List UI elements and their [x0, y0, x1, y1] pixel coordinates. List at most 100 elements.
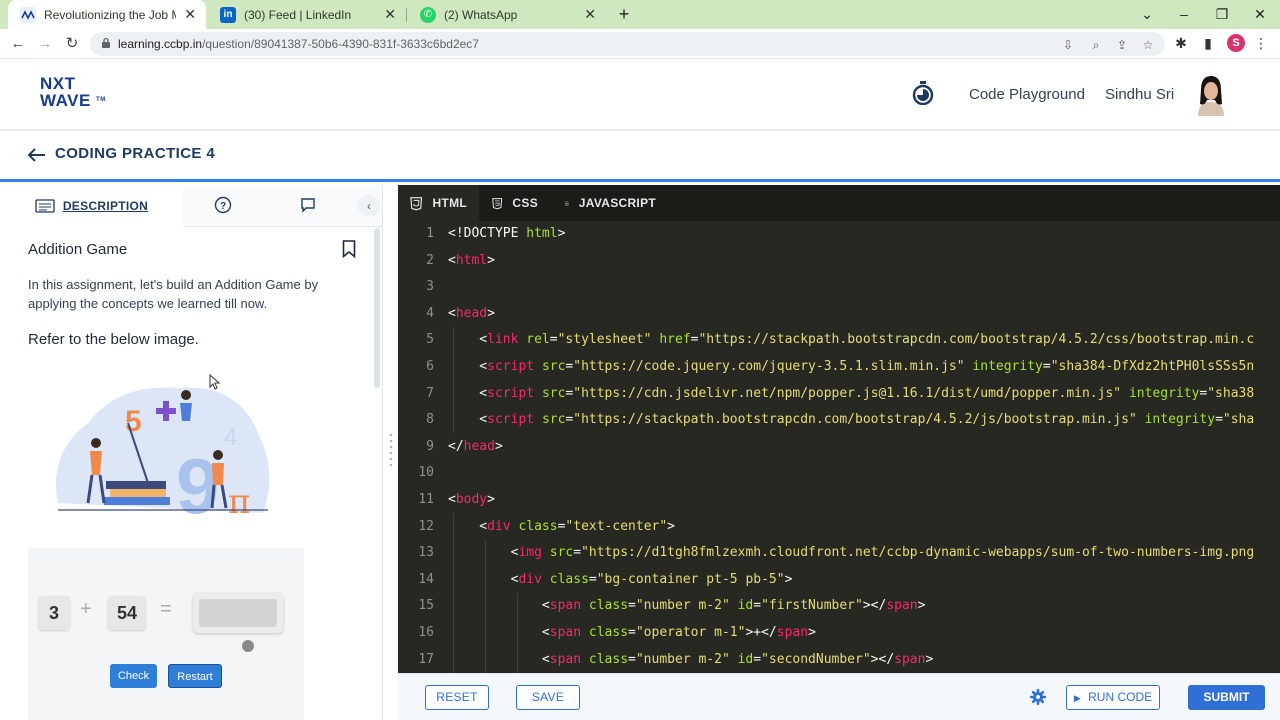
- description-content[interactable]: Addition Game In this assignment, let's …: [0, 228, 382, 720]
- line-number: 4: [426, 305, 434, 321]
- editor-tabs: HTML CSS JS JAVASCRIPT: [398, 185, 1280, 221]
- stopwatch-icon[interactable]: [912, 81, 934, 105]
- code-token: "sha38: [1207, 385, 1255, 401]
- line-number: 15: [418, 598, 434, 614]
- address-bar[interactable]: learning.ccbp.in/question/89041387-50b6-…: [90, 32, 1165, 56]
- tab-description[interactable]: DESCRIPTION: [0, 185, 183, 227]
- practice-title: CODING PRACTICE 4: [55, 145, 216, 162]
- code-text: <div class="text-center">: [448, 514, 675, 541]
- extensions-icon[interactable]: ✱: [1172, 34, 1190, 52]
- code-line[interactable]: 14 <div class="bg-container pt-5 pb-5">: [398, 567, 1280, 594]
- comment-icon[interactable]: [299, 196, 317, 214]
- browser-tab-linkedin[interactable]: in (30) Feed | LinkedIn ✕: [208, 0, 406, 29]
- back-icon[interactable]: ←: [8, 34, 28, 54]
- tab-search-icon[interactable]: ⌄: [1137, 4, 1157, 24]
- code-line[interactable]: 11 <body>: [398, 487, 1280, 514]
- maximize-icon[interactable]: ❐: [1212, 4, 1232, 24]
- browser-tab-label: (2) WhatsApp: [444, 7, 518, 22]
- url-text: learning.ccbp.in/question/89041387-50b6-…: [118, 37, 479, 51]
- code-token: "sha: [1222, 412, 1255, 428]
- code-line[interactable]: 5 <link rel="stylesheet" href="https://s…: [398, 327, 1280, 354]
- line-number: 10: [418, 465, 434, 481]
- code-token: <: [448, 332, 488, 348]
- code-line[interactable]: 3: [398, 274, 1280, 301]
- nxtwave-logo[interactable]: NXT WAVE TM: [40, 75, 114, 115]
- resize-handle-icon[interactable]: [388, 432, 394, 466]
- tab-javascript[interactable]: JS JAVASCRIPT: [553, 185, 668, 221]
- code-token: rel: [526, 332, 550, 348]
- run-code-button[interactable]: ▶ RUN CODE: [1066, 685, 1160, 710]
- close-tab-icon[interactable]: ✕: [584, 6, 596, 23]
- close-tab-icon[interactable]: ✕: [184, 6, 196, 23]
- logo-tm: TM: [96, 97, 106, 103]
- code-line[interactable]: 2 <html>: [398, 248, 1280, 275]
- new-tab-icon[interactable]: +: [614, 4, 634, 24]
- save-button[interactable]: SAVE: [516, 685, 580, 710]
- javascript-file-icon: JS: [565, 201, 569, 205]
- install-app-icon[interactable]: ⇩: [1060, 37, 1076, 53]
- code-line[interactable]: 15 <span class="number m-2" id="firstNum…: [398, 593, 1280, 620]
- arrow-left-icon[interactable]: [28, 148, 46, 162]
- code-token: span: [549, 598, 582, 614]
- code-token: >: [557, 226, 566, 241]
- code-line[interactable]: 12 <div class="text-center">: [398, 514, 1280, 541]
- browser-tab-nxtwave[interactable]: Revolutionizing the Job Market | ✕: [8, 0, 206, 29]
- code-token: <: [448, 625, 550, 640]
- code-line[interactable]: 10: [398, 460, 1280, 487]
- code-line[interactable]: 1 <!DOCTYPE html>: [398, 221, 1280, 248]
- minimize-icon[interactable]: –: [1174, 4, 1194, 24]
- user-name[interactable]: Sindhu Sri: [1105, 86, 1174, 103]
- share-icon[interactable]: ⇪: [1114, 37, 1130, 53]
- bookmark-star-icon[interactable]: ☆: [1140, 37, 1156, 53]
- code-playground-link[interactable]: Code Playground: [969, 86, 1085, 103]
- user-avatar[interactable]: [1193, 72, 1229, 116]
- side-panel-icon[interactable]: ▮: [1199, 34, 1217, 52]
- equals-sign: =: [160, 598, 172, 620]
- settings-gear-icon[interactable]: [1030, 689, 1046, 705]
- more-menu-icon[interactable]: ⋮: [1252, 34, 1270, 52]
- code-token: <: [448, 385, 488, 401]
- collapse-panel-icon[interactable]: ‹: [358, 195, 380, 217]
- line-number: 3: [426, 279, 434, 295]
- code-line[interactable]: 7 <script src="https://cdn.jsdelivr.net/…: [398, 381, 1280, 408]
- code-token: ></: [870, 651, 895, 667]
- help-circle-icon[interactable]: ?: [214, 196, 232, 214]
- nxtwave-favicon-icon: [20, 6, 36, 23]
- line-number: 17: [418, 651, 434, 667]
- close-tab-icon[interactable]: ✕: [384, 6, 396, 23]
- code-line[interactable]: 6 <script src = "https://code.jquery.com/j…: [398, 354, 1280, 381]
- code-line[interactable]: 4 <head>: [398, 301, 1280, 328]
- code-token: >: [487, 252, 495, 268]
- scrollbar-thumb[interactable]: [374, 228, 380, 388]
- code-line[interactable]: 13 <img src="https://d1tgh8fmlzexmh.clou…: [398, 540, 1280, 567]
- code-line[interactable]: 8 <script src = "https://stackpath.bootstr…: [398, 407, 1280, 434]
- tab-html[interactable]: HTML: [398, 185, 479, 221]
- code-token: href: [659, 332, 691, 348]
- zoom-icon[interactable]: ⌕: [1088, 37, 1104, 53]
- code-line[interactable]: 9 </head>: [398, 434, 1280, 461]
- tab-css[interactable]: CSS: [480, 185, 550, 221]
- code-token: "operator m-1": [635, 625, 746, 640]
- code-text: <script src = "https://code.jquery.com/jqu…: [448, 354, 1254, 381]
- window-close-icon[interactable]: ✕: [1250, 4, 1270, 24]
- reset-button[interactable]: RESET: [425, 685, 489, 710]
- bookmark-icon[interactable]: [342, 240, 356, 258]
- forward-icon[interactable]: →: [35, 34, 55, 54]
- code-token: "number m-2": [635, 651, 730, 667]
- reload-icon[interactable]: ↻: [62, 34, 82, 54]
- restart-button-preview: Restart: [168, 664, 222, 688]
- code-token: head: [463, 438, 495, 454]
- code-token: span: [886, 598, 918, 614]
- code-line[interactable]: 17 <span class="number m-2" id="secondNu…: [398, 647, 1280, 673]
- code-line[interactable]: 16 <span class="operator m-1">+</span>: [398, 620, 1280, 647]
- submit-button[interactable]: SUBMIT: [1188, 685, 1265, 710]
- illustration-digit-5: 5: [125, 405, 142, 438]
- code-token: =: [549, 332, 558, 348]
- browser-tab-whatsapp[interactable]: ✆ (2) WhatsApp ✕: [408, 0, 606, 29]
- question-title: Addition Game: [28, 241, 128, 258]
- tab-description-label: DESCRIPTION: [62, 199, 149, 213]
- profile-avatar[interactable]: S: [1227, 34, 1245, 52]
